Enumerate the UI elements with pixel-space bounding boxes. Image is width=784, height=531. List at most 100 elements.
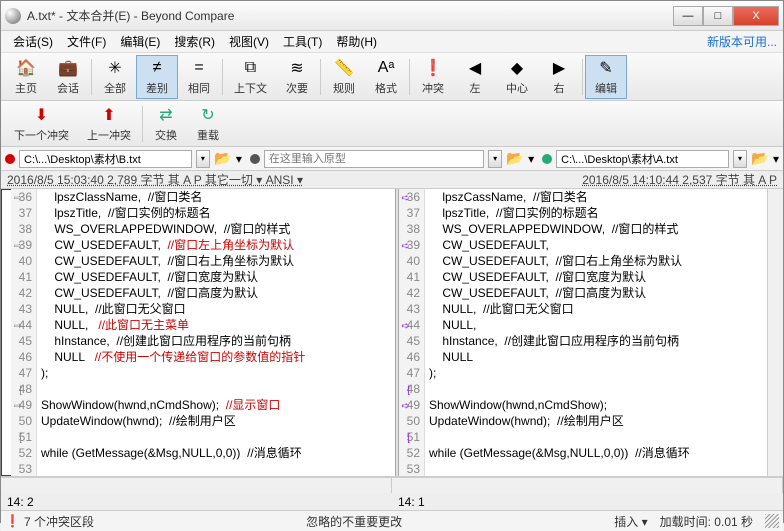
toolbar-right[interactable]: ▶右 bbox=[538, 55, 580, 99]
line-number: 51[ bbox=[11, 429, 36, 445]
toolbar-reload[interactable]: ↻重载 bbox=[187, 102, 229, 146]
code-line[interactable]: NULL, //此窗口无主菜单 bbox=[37, 317, 395, 333]
code-line[interactable]: WS_OVERLAPPEDWINDOW, //窗口的样式 bbox=[425, 221, 767, 237]
code-line[interactable]: WS_OVERLAPPEDWINDOW, //窗口的样式 bbox=[37, 221, 395, 237]
right-icon: ▶ bbox=[549, 58, 569, 78]
code-line[interactable]: ShowWindow(hwnd,nCmdShow); bbox=[425, 397, 767, 413]
menu-file[interactable]: 文件(F) bbox=[61, 31, 112, 52]
path-left-input[interactable] bbox=[19, 150, 192, 168]
toolbar-left[interactable]: ◀左 bbox=[454, 55, 496, 99]
code-line[interactable]: while (GetMessage(&Msg,NULL,0,0)) //消息循环 bbox=[425, 445, 767, 461]
toolbar-prev-conflict[interactable]: ⬆上一冲突 bbox=[78, 102, 140, 146]
toolbar-same[interactable]: =相同 bbox=[178, 55, 220, 99]
diff-arrow-icon: [ bbox=[400, 383, 410, 393]
line-number: 49➪ bbox=[399, 397, 424, 413]
code-line[interactable]: while (GetMessage(&Msg,NULL,0,0)) //消息循环 bbox=[37, 445, 395, 461]
conflict-label: 冲突 bbox=[422, 80, 444, 96]
scrollbar-vertical[interactable] bbox=[767, 189, 783, 476]
path-left-dropdown[interactable]: ▾ bbox=[196, 150, 210, 168]
menu-help[interactable]: 帮助(H) bbox=[330, 31, 383, 52]
scrollbar-horizontal[interactable] bbox=[1, 477, 783, 493]
right-pane[interactable]: 36➪373839➪4041424344➪45464748[49➪5051[52… bbox=[399, 189, 783, 476]
code-line[interactable]: ShowWindow(hwnd,nCmdShow); //显示窗口 bbox=[37, 397, 395, 413]
code-line[interactable]: CW_USEDEFAULT, //窗口高度为默认 bbox=[425, 285, 767, 301]
all-icon: ✳ bbox=[105, 58, 125, 78]
update-link[interactable]: 新版本可用... bbox=[707, 33, 777, 50]
edit-label: 编辑 bbox=[595, 80, 617, 96]
home-icon: 🏠 bbox=[16, 58, 36, 78]
code-line[interactable] bbox=[425, 461, 767, 476]
close-button[interactable]: X bbox=[733, 6, 779, 26]
resize-grip[interactable] bbox=[765, 514, 779, 528]
left-dot-icon bbox=[5, 154, 15, 164]
info-left: 2016/8/5 15:03:40 2,789 字节 其 A P 其它一切 ▾ … bbox=[1, 171, 392, 188]
code-line[interactable]: ); bbox=[425, 365, 767, 381]
code-line[interactable] bbox=[37, 429, 395, 445]
path-right-input[interactable] bbox=[556, 150, 729, 168]
path-right-browse[interactable]: 📂 bbox=[751, 151, 769, 167]
maximize-button[interactable]: □ bbox=[703, 6, 733, 26]
minimize-button[interactable]: — bbox=[673, 6, 703, 26]
code-line[interactable] bbox=[425, 381, 767, 397]
code-line[interactable]: hInstance, //创建此窗口应用程序的当前句柄 bbox=[425, 333, 767, 349]
code-line[interactable]: CW_USEDEFAULT, bbox=[425, 237, 767, 253]
path-center-browse[interactable]: 📂 bbox=[506, 151, 524, 167]
code-line[interactable]: CW_USEDEFAULT, //窗口右上角坐标为默认 bbox=[425, 253, 767, 269]
code-line[interactable]: lpszTitle, //窗口实例的标题名 bbox=[425, 205, 767, 221]
menu-edit[interactable]: 编辑(E) bbox=[114, 31, 166, 52]
code-line[interactable]: lpszCassName, //窗口类名 bbox=[425, 189, 767, 205]
code-line[interactable]: ); bbox=[37, 365, 395, 381]
toolbar-rules[interactable]: 📏规则 bbox=[323, 55, 365, 99]
diff-arrow-icon: ➪ bbox=[400, 319, 410, 329]
toolbar-swap[interactable]: ⇄交换 bbox=[145, 102, 187, 146]
menu-tools[interactable]: 工具(T) bbox=[277, 31, 328, 52]
toolbar-home[interactable]: 🏠主页 bbox=[5, 55, 47, 99]
toolbar-format[interactable]: Aᵃ格式 bbox=[365, 55, 407, 99]
path-left-menu[interactable]: ▾ bbox=[236, 152, 242, 166]
diff-arrow-icon: [ bbox=[12, 383, 22, 393]
code-line[interactable]: UpdateWindow(hwnd); //绘制用户区 bbox=[425, 413, 767, 429]
status-ignored: 忽略的不重要更改 bbox=[106, 513, 602, 530]
toolbar-edit[interactable]: ✎编辑 bbox=[585, 55, 627, 99]
path-right-dropdown[interactable]: ▾ bbox=[733, 150, 747, 168]
toolbar-center[interactable]: ◆中心 bbox=[496, 55, 538, 99]
path-center-dropdown[interactable]: ▾ bbox=[488, 150, 502, 168]
menu-view[interactable]: 视图(V) bbox=[223, 31, 275, 52]
status-insert-mode[interactable]: 插入 ▾ bbox=[614, 513, 647, 530]
line-number: 39➪ bbox=[399, 237, 424, 253]
toolbar-conflict[interactable]: ❗ 冲突 bbox=[412, 55, 454, 99]
code-line[interactable] bbox=[37, 381, 395, 397]
toolbar-diff[interactable]: ≠差别 bbox=[136, 55, 178, 99]
code-line[interactable]: lpszTitle, //窗口实例的标题名 bbox=[37, 205, 395, 221]
code-line[interactable]: hInstance, //创建此窗口应用程序的当前句柄 bbox=[37, 333, 395, 349]
code-line[interactable]: NULL bbox=[425, 349, 767, 365]
code-line[interactable] bbox=[37, 461, 395, 476]
code-line[interactable]: NULL, //此窗口无父窗口 bbox=[37, 301, 395, 317]
code-line[interactable]: UpdateWindow(hwnd); //绘制用户区 bbox=[37, 413, 395, 429]
code-line[interactable]: CW_USEDEFAULT, //窗口宽度为默认 bbox=[425, 269, 767, 285]
path-left-browse[interactable]: 📂 bbox=[214, 151, 232, 167]
path-center-menu[interactable]: ▾ bbox=[528, 152, 534, 166]
code-line[interactable] bbox=[425, 429, 767, 445]
menu-search[interactable]: 搜索(R) bbox=[168, 31, 221, 52]
code-line[interactable]: CW_USEDEFAULT, //窗口右上角坐标为默认 bbox=[37, 253, 395, 269]
diff-arrow-icon: ⇨ bbox=[12, 319, 22, 329]
toolbar-next-conflict[interactable]: ⬇下一个冲突 bbox=[5, 102, 78, 146]
toolbar-minor[interactable]: ≋次要 bbox=[276, 55, 318, 99]
line-number: 53 bbox=[399, 461, 424, 476]
code-line[interactable]: CW_USEDEFAULT, //窗口宽度为默认 bbox=[37, 269, 395, 285]
code-line[interactable]: CW_USEDEFAULT, //窗口高度为默认 bbox=[37, 285, 395, 301]
code-line[interactable]: lpszClassName, //窗口类名 bbox=[37, 189, 395, 205]
code-line[interactable]: CW_USEDEFAULT, //窗口左上角坐标为默认 bbox=[37, 237, 395, 253]
code-line[interactable]: NULL, bbox=[425, 317, 767, 333]
path-right-menu[interactable]: ▾ bbox=[773, 152, 779, 166]
code-line[interactable]: NULL, //此窗口无父窗口 bbox=[425, 301, 767, 317]
menu-session[interactable]: 会话(S) bbox=[7, 31, 59, 52]
path-center-input[interactable] bbox=[264, 150, 484, 168]
toolbar-session[interactable]: 💼会话 bbox=[47, 55, 89, 99]
toolbar-all[interactable]: ✳全部 bbox=[94, 55, 136, 99]
left-pane[interactable]: 36⇨373839⇨4041424344⇨45464748[49⇨5051[52… bbox=[11, 189, 395, 476]
toolbar-context[interactable]: ⧉上下文 bbox=[225, 55, 276, 99]
code-line[interactable]: NULL //不使用一个传递给窗口的参数值的指针 bbox=[37, 349, 395, 365]
conflict-icon: ❗ bbox=[423, 58, 443, 78]
